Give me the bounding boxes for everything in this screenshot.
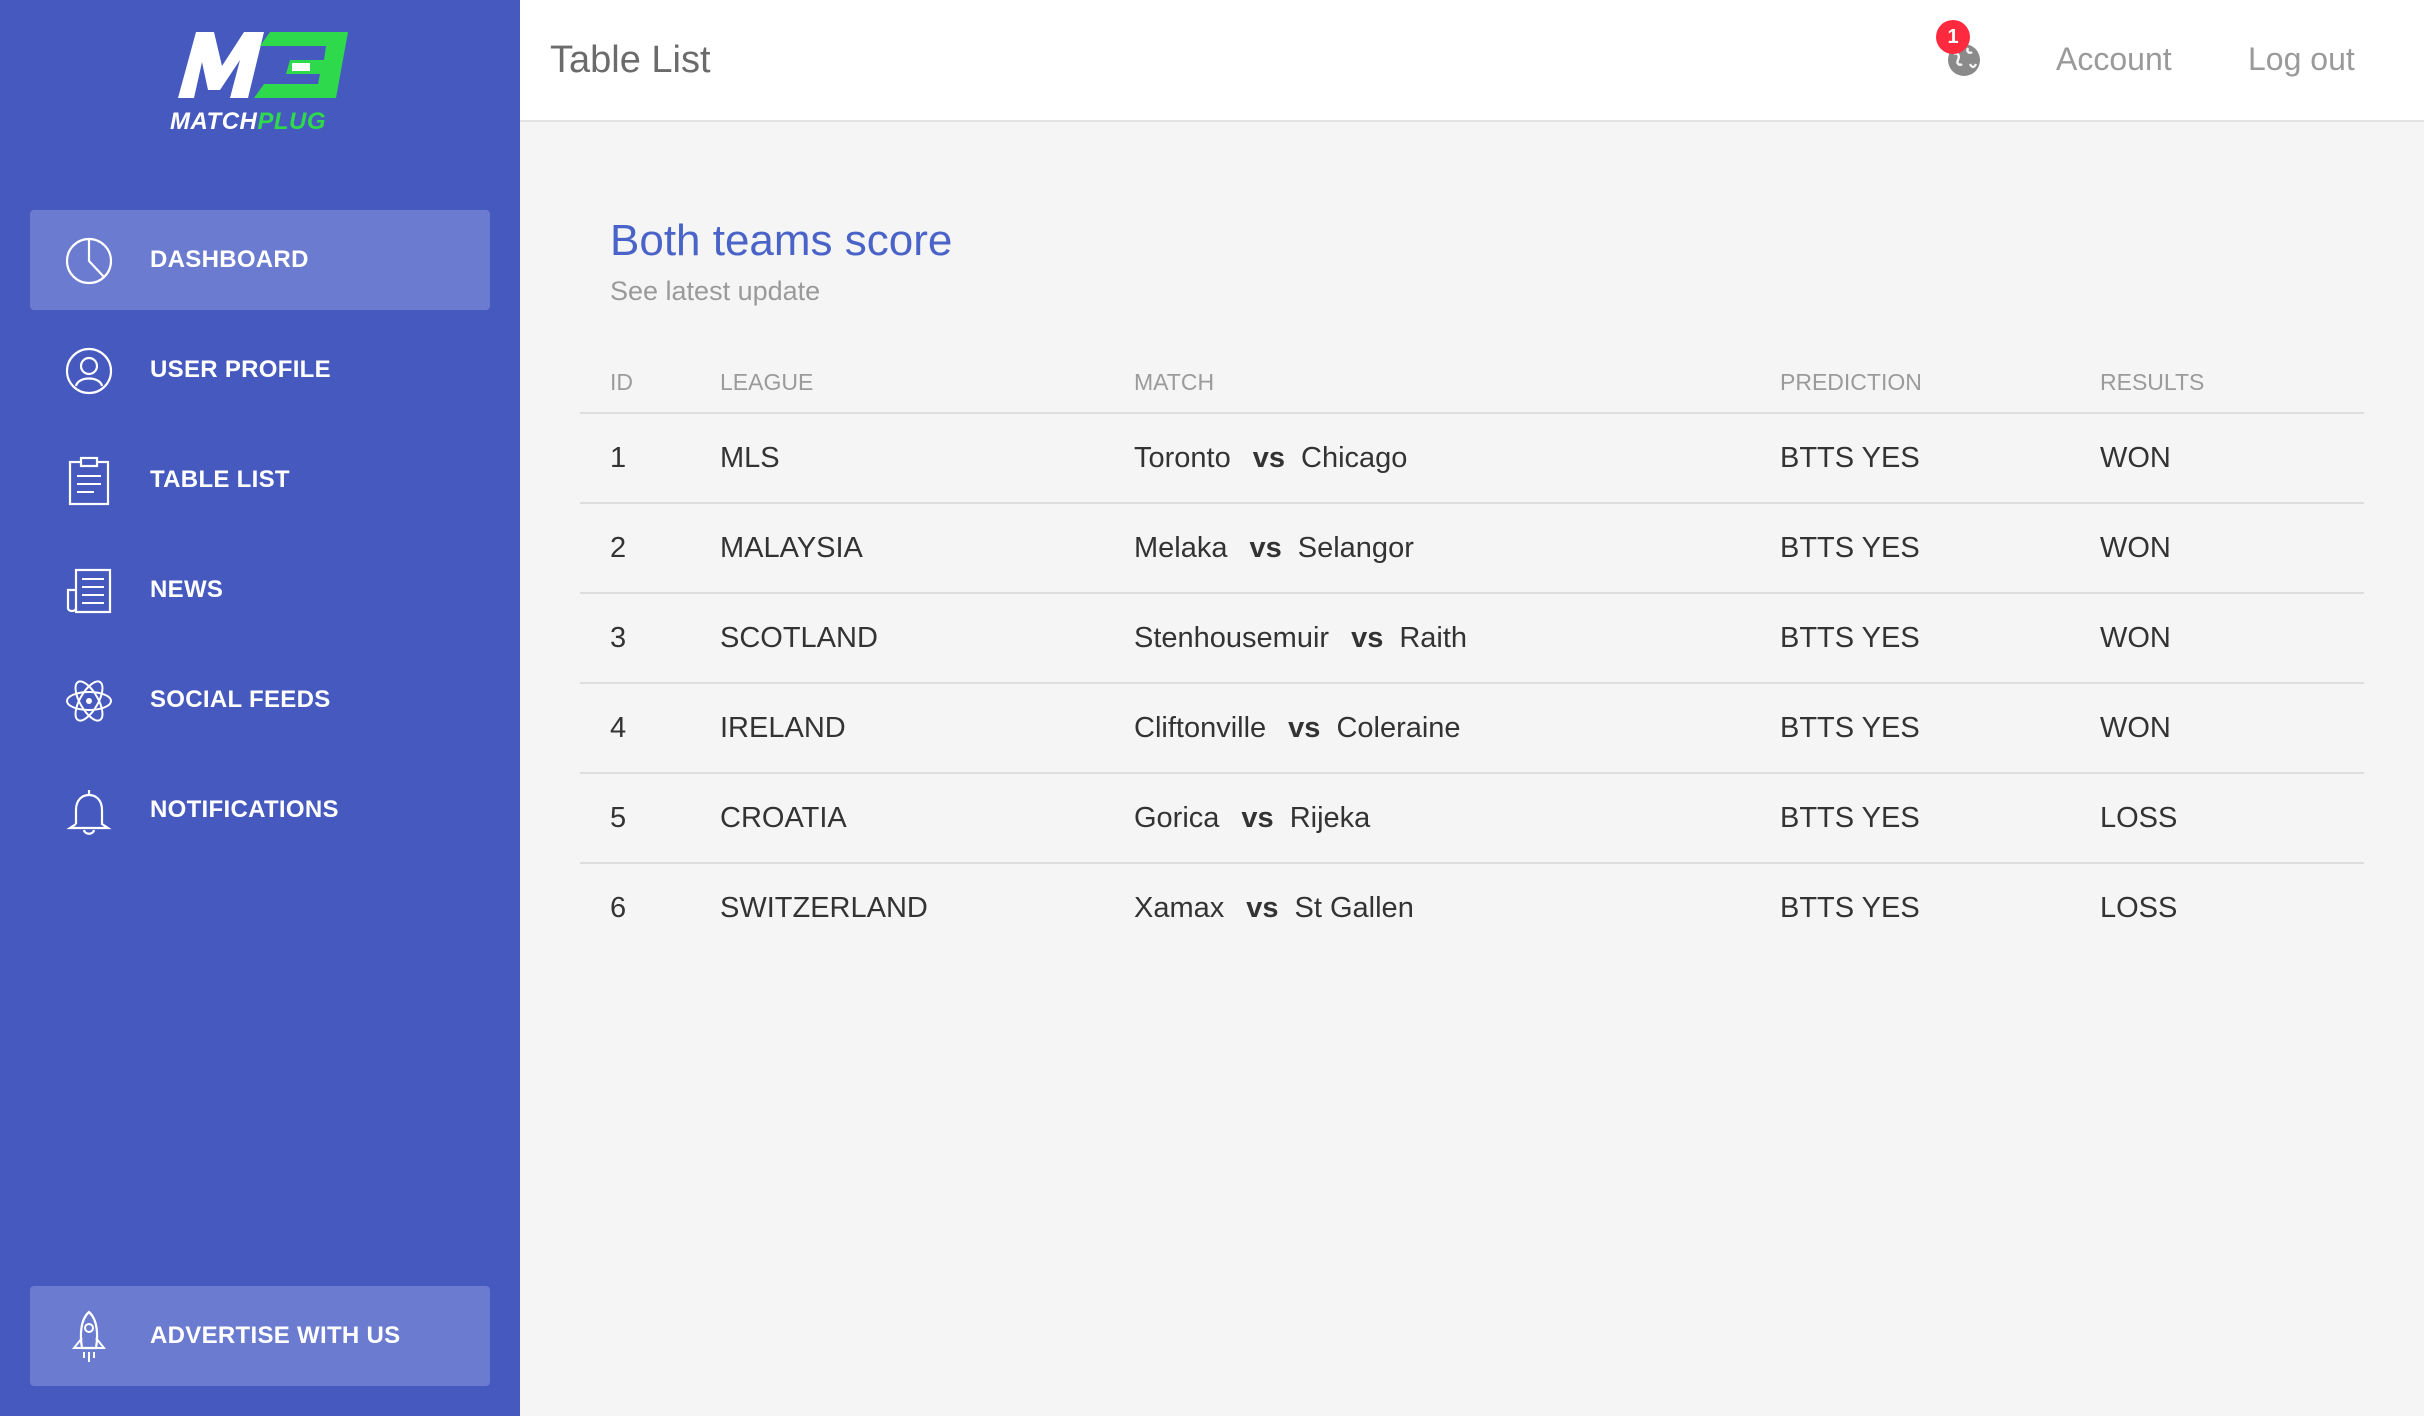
cell-id: 4 <box>580 683 720 774</box>
clipboard-icon <box>68 456 110 506</box>
sidebar-item-dashboard[interactable]: DASHBOARD <box>30 210 490 310</box>
sidebar-item-table-list[interactable]: TABLE LIST <box>30 430 490 530</box>
vs-label: vs <box>1249 531 1282 564</box>
advertise-label: ADVERTISE WITH US <box>150 1322 401 1349</box>
cell-result: WON <box>2100 503 2364 594</box>
cell-id: 6 <box>610 891 627 924</box>
table-row: 3 SCOTLAND Stenhousemuir vs Raith BTTS YES… <box>580 593 2364 684</box>
table-header-row: ID LEAGUE MATCH PREDICTION RESULTS <box>580 352 2364 414</box>
cell-league: CROATIA <box>720 773 1134 864</box>
cell-match: Gorica vs Rijeka <box>1134 773 1780 864</box>
user-icon <box>65 347 113 395</box>
newspaper-icon <box>66 568 112 614</box>
column-header-league: LEAGUE <box>720 352 1134 414</box>
cell-match: Toronto vs Chicago <box>1134 413 1780 504</box>
matchplug-logo[interactable]: MATCHPLUG <box>168 26 358 136</box>
card-title: Both teams score <box>610 216 953 265</box>
cell-id: 2 <box>580 503 720 594</box>
cell-match: Melaka vs Selangor <box>1134 503 1780 594</box>
sidebar-item-label: TABLE LIST <box>150 466 290 493</box>
cell-prediction: BTTS YES <box>1780 593 2100 684</box>
pie-chart-icon <box>65 237 113 285</box>
sidebar-item-user-profile[interactable]: USER PROFILE <box>30 320 490 420</box>
sidebar-item-label: NEWS <box>150 576 224 603</box>
home-team: Stenhousemuir <box>1134 621 1330 654</box>
column-header-id: ID <box>580 352 720 414</box>
vs-label: vs <box>1288 711 1321 744</box>
cell-match: Cliftonville vs Coleraine <box>1134 683 1780 774</box>
away-team: Selangor <box>1297 531 1414 564</box>
away-team: Raith <box>1399 621 1468 654</box>
predictions-table: ID LEAGUE MATCH PREDICTION RESULTS 1 MLS… <box>580 352 2364 952</box>
logout-link[interactable]: Log out <box>2248 0 2355 118</box>
cell-league: SCOTLAND <box>720 593 1134 684</box>
vs-label: vs <box>1246 891 1279 924</box>
sidebar-item-label: SOCIAL FEEDS <box>150 686 331 713</box>
table-row: 4 IRELAND Cliftonville vs Coleraine BTTS Y… <box>580 683 2364 774</box>
cell-id: 3 <box>580 593 720 684</box>
bell-icon <box>66 790 112 835</box>
sidebar: MATCHPLUG DASHBOARD USER PROFILE TABLE L… <box>0 0 520 1416</box>
table-row: 5 CROATIA Gorica vs Rijeka BTTS YES LOSS <box>580 773 2364 864</box>
table-row: 1 MLS Toronto vs Chicago BTTS YES WON <box>580 413 2364 504</box>
sidebar-item-social-feeds[interactable]: SOCIAL FEEDS <box>30 650 490 750</box>
logo-wordmark: MATCHPLUG <box>170 108 327 135</box>
sidebar-item-notifications[interactable]: NOTIFICATIONS <box>30 760 490 860</box>
card-subtitle: See latest update <box>610 276 821 306</box>
table-row: 2 MALAYSIA Melaka vs Selangor BTTS YES WON <box>580 503 2364 594</box>
sidebar-item-news[interactable]: NEWS <box>30 540 490 640</box>
cell-prediction: BTTS YES <box>1780 503 2100 594</box>
sidebar-item-label: DASHBOARD <box>150 246 309 273</box>
away-team: Coleraine <box>1336 711 1461 744</box>
vs-label: vs <box>1252 441 1285 474</box>
cell-id: 1 <box>580 413 720 504</box>
rocket-icon <box>71 1310 107 1362</box>
cell-result: WON <box>2100 593 2364 684</box>
notification-badge: 1 <box>1936 20 1970 54</box>
sidebar-item-label: USER PROFILE <box>150 356 331 383</box>
away-team: St Gallen <box>1294 891 1414 924</box>
away-team: Chicago <box>1301 441 1408 474</box>
home-team: Melaka <box>1134 531 1228 564</box>
top-navbar: Table List 1 Account Log out <box>520 0 2424 122</box>
column-header-prediction: PREDICTION <box>1780 352 2100 414</box>
vs-label: vs <box>1351 621 1384 654</box>
cell-prediction: BTTS YES <box>1780 773 2100 864</box>
cell-prediction: BTTS YES <box>1780 891 1920 924</box>
cell-match: Stenhousemuir vs Raith <box>1134 593 1780 684</box>
cell-league: IRELAND <box>720 683 1134 774</box>
home-team: Cliftonville <box>1134 711 1267 744</box>
column-header-results: RESULTS <box>2100 352 2364 414</box>
account-link[interactable]: Account <box>2056 0 2172 118</box>
cell-prediction: BTTS YES <box>1780 683 2100 774</box>
cell-id: 5 <box>580 773 720 864</box>
sidebar-item-label: NOTIFICATIONS <box>150 796 339 823</box>
cell-prediction: BTTS YES <box>1780 413 2100 504</box>
home-team: Xamax <box>1134 891 1225 924</box>
table-row: 6 SWITZERLAND Xamax vs St Gallen BTTS YES … <box>580 863 2364 952</box>
atom-icon <box>66 680 112 722</box>
cell-result: LOSS <box>2100 891 2178 924</box>
advertise-button[interactable]: ADVERTISE WITH US <box>30 1286 490 1386</box>
home-team: Toronto <box>1134 441 1231 474</box>
away-team: Rijeka <box>1289 801 1371 834</box>
vs-label: vs <box>1241 801 1274 834</box>
page-title: Table List <box>550 39 711 81</box>
cell-league: MALAYSIA <box>720 503 1134 594</box>
home-team: Gorica <box>1134 801 1220 834</box>
cell-result: WON <box>2100 413 2364 504</box>
logo-mark-icon <box>178 32 348 98</box>
cell-result: LOSS <box>2100 773 2364 864</box>
column-header-match: MATCH <box>1134 352 1780 414</box>
sidebar-nav: DASHBOARD USER PROFILE TABLE LIST NEWS S… <box>30 210 490 870</box>
cell-league: SWITZERLAND <box>720 891 928 924</box>
cell-league: MLS <box>720 413 1134 504</box>
cell-match: Xamax vs St Gallen <box>1134 863 1780 952</box>
cell-result: WON <box>2100 683 2364 774</box>
